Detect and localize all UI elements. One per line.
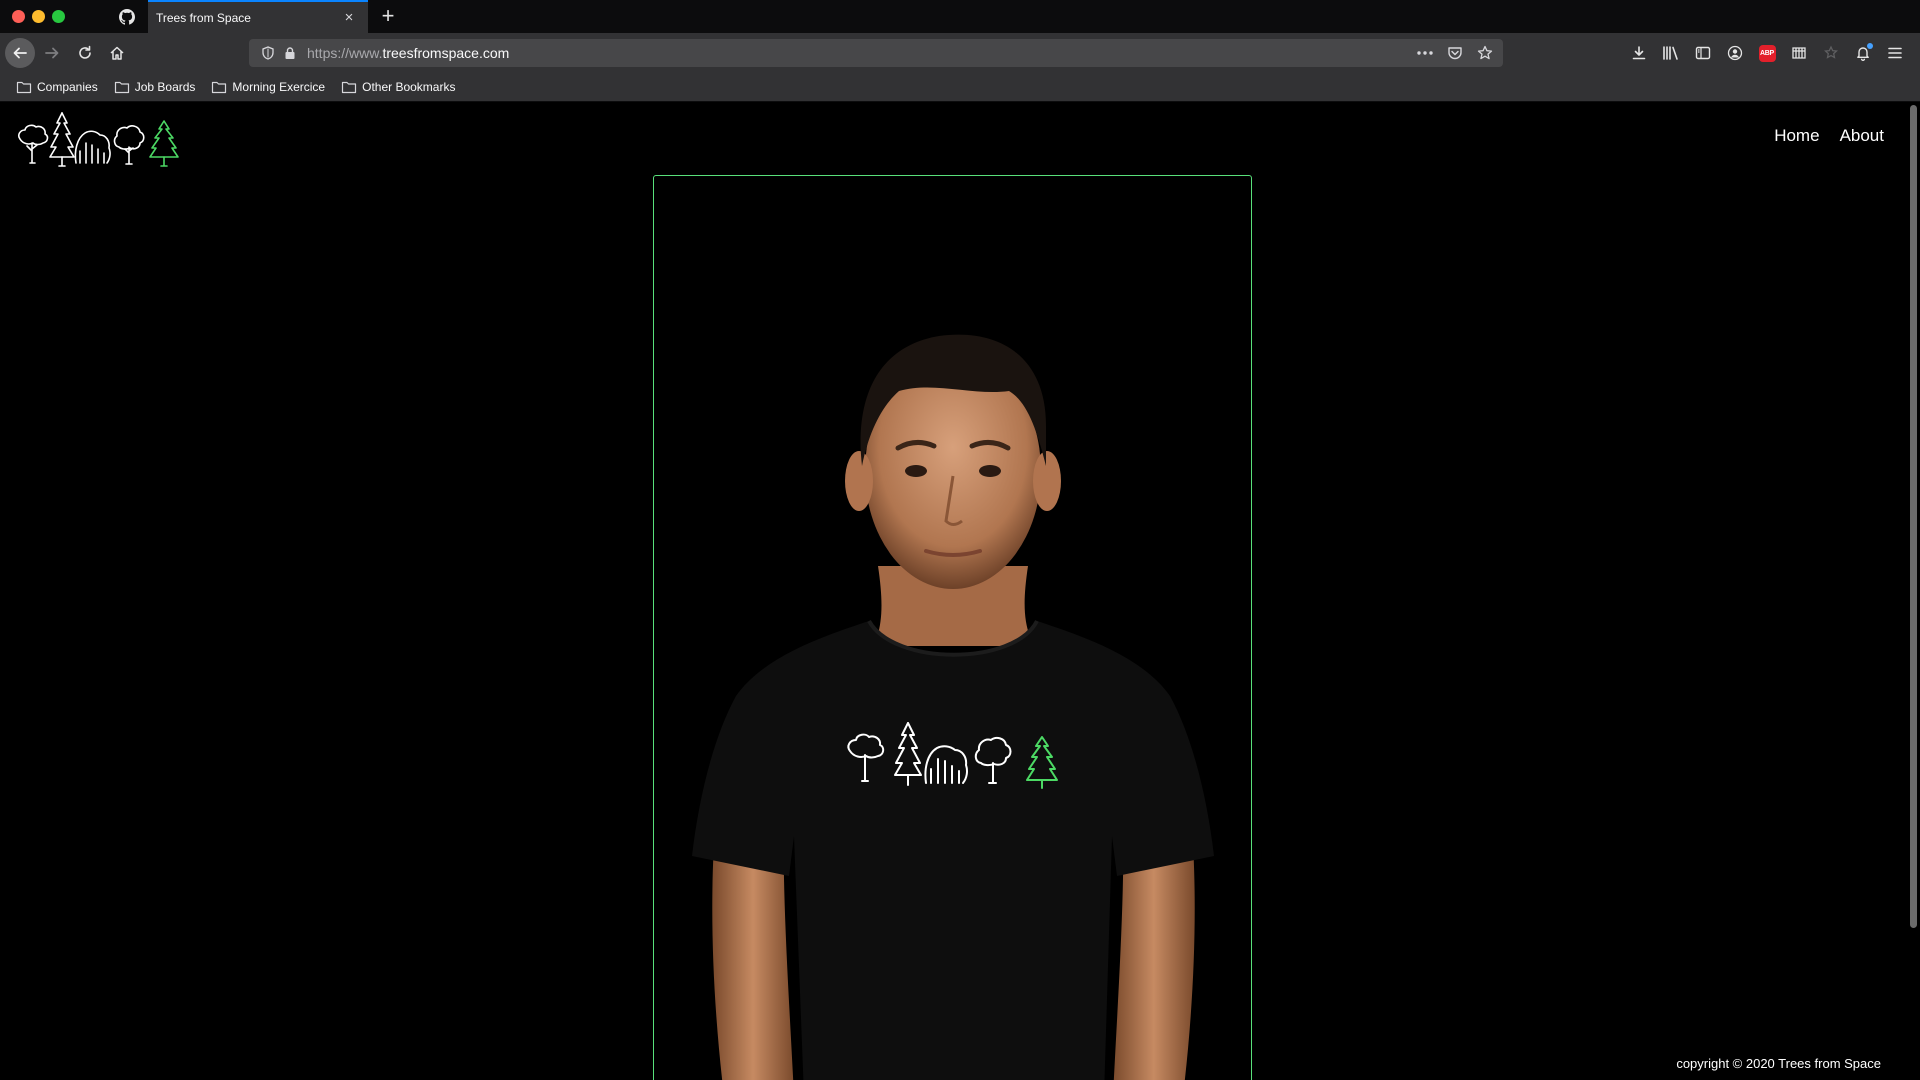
folder-icon: [114, 81, 129, 94]
more-actions-icon: [1417, 51, 1433, 55]
home-icon: [110, 46, 124, 60]
tab-strip: Trees from Space × +: [0, 0, 1920, 33]
bookmark-star-button[interactable]: [1475, 45, 1495, 61]
tab-title: Trees from Space: [156, 10, 251, 25]
site-nav: Home About: [1774, 126, 1884, 146]
bookmark-folder[interactable]: Other Bookmarks: [335, 77, 461, 97]
extension-icon: [1824, 45, 1838, 59]
sidebar-button[interactable]: [1692, 42, 1714, 64]
extension-icon: [1792, 47, 1806, 59]
bookmark-label: Morning Exercice: [232, 80, 326, 94]
pinned-tab-github[interactable]: [106, 0, 148, 33]
reload-button[interactable]: [70, 38, 100, 68]
site-logo[interactable]: [16, 111, 184, 168]
url-host: treesfromspace.com: [382, 45, 510, 61]
folder-icon: [342, 81, 357, 94]
extension-button-2[interactable]: [1820, 42, 1842, 64]
star-icon: [1477, 45, 1493, 60]
close-window-button[interactable]: [12, 10, 25, 23]
bookmark-label: Companies: [37, 80, 98, 94]
hero-photo-frame: [653, 175, 1252, 1080]
close-tab-icon[interactable]: ×: [340, 9, 358, 26]
forward-button[interactable]: [37, 38, 67, 68]
footer-copyright: copyright © 2020 Trees from Space: [1676, 1056, 1881, 1071]
pocket-button[interactable]: [1445, 45, 1465, 61]
folder-icon: [212, 81, 227, 94]
shield-icon: [262, 46, 274, 60]
bookmark-label: Other Bookmarks: [362, 80, 456, 94]
page-actions-button[interactable]: [1415, 50, 1435, 56]
url-bar[interactable]: https://www.treesfromspace.com: [249, 39, 1503, 67]
extension-button[interactable]: [1788, 42, 1810, 64]
minimize-window-button[interactable]: [32, 10, 45, 23]
bookmark-label: Job Boards: [134, 80, 196, 94]
downloads-button[interactable]: [1628, 42, 1650, 64]
maximize-window-button[interactable]: [52, 10, 65, 23]
pocket-icon: [1448, 47, 1462, 60]
browser-window: Trees from Space × + https://www.treesfr…: [0, 0, 1920, 1080]
bookmarks-bar: Companies Job Boards Morning Exercice Ot…: [0, 73, 1920, 102]
reload-icon: [79, 45, 91, 59]
tracking-protection-button[interactable]: [257, 46, 279, 60]
url-prefix: https://www.: [307, 45, 383, 61]
back-button[interactable]: [5, 38, 35, 68]
bookmark-folder[interactable]: Companies: [10, 77, 104, 97]
back-arrow-icon: [13, 47, 27, 59]
notification-dot: [1867, 43, 1873, 49]
home-button[interactable]: [102, 38, 132, 68]
menu-icon: [1888, 47, 1902, 59]
github-icon: [119, 8, 135, 25]
url-text[interactable]: https://www.treesfromspace.com: [307, 45, 1415, 61]
hero-photo: [692, 334, 1214, 1080]
page-viewport: Home About copyright © 2020 Trees from S…: [0, 102, 1920, 1080]
nav-home-link[interactable]: Home: [1774, 126, 1819, 146]
nav-about-link[interactable]: About: [1840, 126, 1884, 146]
notification-button[interactable]: [1852, 42, 1874, 64]
navigation-toolbar: https://www.treesfromspace.com ABP: [0, 33, 1920, 73]
tab-trees-from-space[interactable]: Trees from Space ×: [148, 0, 368, 33]
lock-icon: [285, 47, 295, 59]
bookmark-folder[interactable]: Morning Exercice: [205, 77, 331, 97]
download-icon: [1632, 46, 1646, 60]
adblock-plus-icon: ABP: [1758, 44, 1776, 62]
page-scrollbar[interactable]: [1906, 102, 1920, 1080]
bookmark-folder[interactable]: Job Boards: [108, 77, 202, 97]
library-icon: [1663, 46, 1678, 60]
site-security-button[interactable]: [279, 46, 301, 60]
account-icon: [1727, 45, 1743, 61]
folder-icon: [16, 81, 32, 94]
scrollbar-thumb[interactable]: [1910, 105, 1917, 928]
menu-button[interactable]: [1884, 42, 1906, 64]
new-tab-button[interactable]: +: [374, 5, 402, 29]
adblock-plus-button[interactable]: ABP: [1756, 42, 1778, 64]
library-button[interactable]: [1660, 42, 1682, 64]
account-button[interactable]: [1724, 42, 1746, 64]
sidebar-icon: [1695, 46, 1711, 60]
forward-arrow-icon: [45, 47, 59, 59]
toolbar-right: ABP: [1628, 38, 1906, 68]
